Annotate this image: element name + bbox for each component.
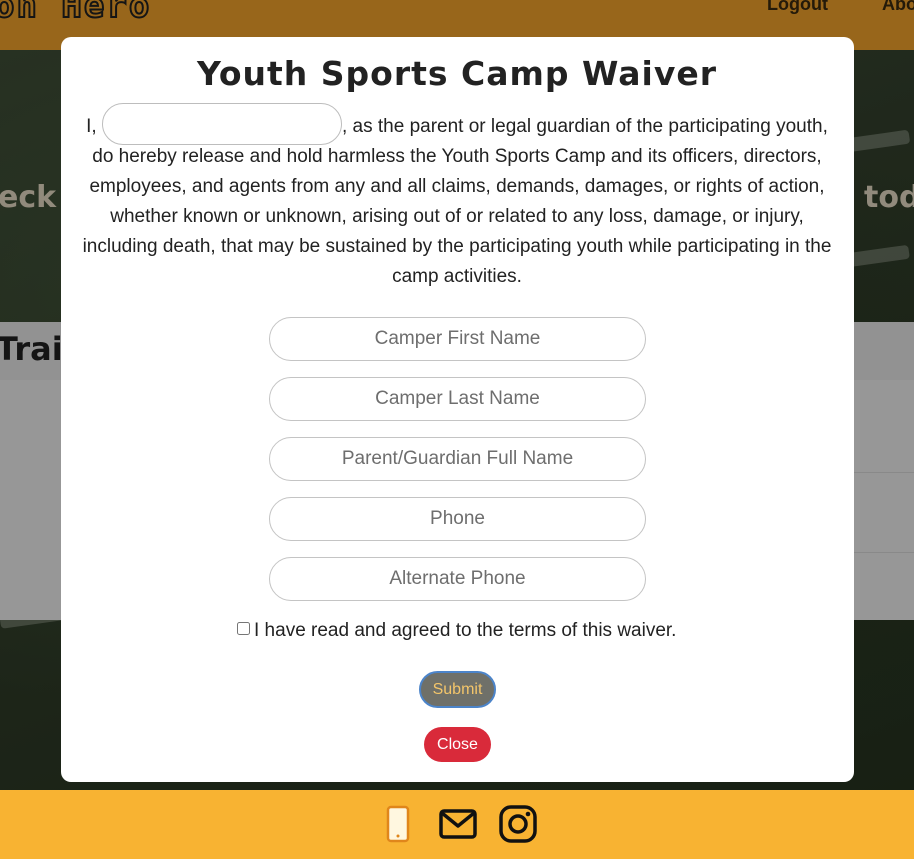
agree-label: I have read and agreed to the terms of t… [254,620,677,641]
modal-title: Youth Sports Camp Waiver [197,54,717,93]
waiver-text-body: , as the parent or legal guardian of the… [82,116,832,287]
agree-terms: I have read and agreed to the terms of t… [237,620,676,642]
phone-input[interactable] [269,497,646,541]
submit-button[interactable]: Submit [419,671,496,708]
waiver-text: I, , as the parent or legal guardian of … [80,102,834,292]
camper-last-name-input[interactable] [269,377,646,421]
guardian-name-inline-input[interactable] [101,102,342,145]
phone-icon[interactable] [378,804,418,844]
agree-checkbox[interactable] [237,622,250,635]
camper-first-name-input[interactable] [269,317,646,361]
instagram-icon[interactable] [498,804,538,844]
guardian-full-name-input[interactable] [269,437,646,481]
alternate-phone-input[interactable] [269,557,646,601]
close-button[interactable]: Close [424,727,491,762]
mail-icon[interactable] [438,804,478,844]
waiver-text-prefix: I, [86,116,97,137]
